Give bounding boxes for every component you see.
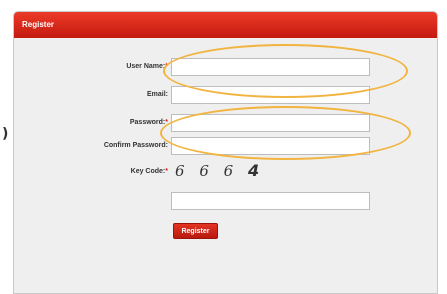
edge-text: ) (2, 126, 9, 142)
register-button[interactable]: Register (173, 223, 218, 239)
email-label: Email: (146, 91, 168, 98)
register-panel: Register User Name:* Email: Password:* C… (13, 11, 438, 294)
required-marker: * (165, 168, 168, 175)
captcha-digit: 6 (223, 162, 236, 180)
key-code-label: Key Code:* (130, 168, 168, 175)
password-label: Password:* (129, 119, 168, 126)
password-input[interactable] (171, 114, 370, 132)
email-input[interactable] (171, 86, 370, 104)
captcha-digit: 6 (175, 162, 187, 180)
confirm-password-label: Confirm Password: (103, 142, 168, 149)
panel-title: Register (14, 12, 437, 38)
captcha-image: 6 6 6 4 (175, 161, 261, 180)
captcha-digit: 6 (199, 162, 211, 180)
key-code-input[interactable] (171, 192, 370, 210)
captcha-digit: 4 (247, 161, 262, 180)
required-marker: * (165, 63, 168, 70)
confirm-password-input[interactable] (171, 137, 370, 155)
username-input[interactable] (171, 58, 370, 76)
username-label: User Name:* (126, 63, 168, 70)
required-marker: * (165, 119, 168, 126)
